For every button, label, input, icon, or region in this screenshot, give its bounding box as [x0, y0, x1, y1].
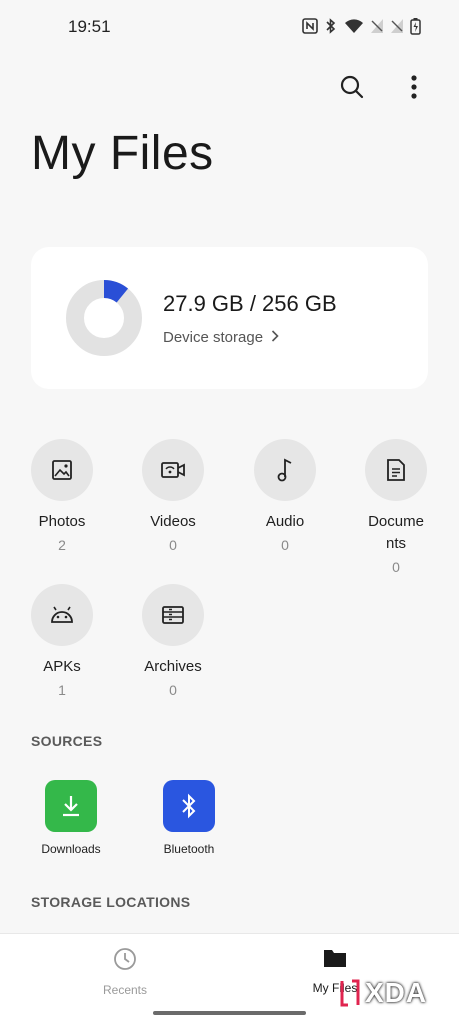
category-count: 0 [281, 537, 289, 553]
category-count: 2 [58, 537, 66, 553]
folder-icon [322, 950, 348, 974]
wifi-icon [344, 18, 364, 34]
source-label: Bluetooth [163, 842, 215, 856]
device-storage-link[interactable]: Device storage [163, 329, 279, 346]
category-label: APKs [43, 658, 81, 675]
header-actions [337, 72, 429, 102]
category-label: Docume nts [346, 511, 446, 555]
category-label: Photos [38, 513, 86, 530]
battery-charging-icon [410, 17, 421, 35]
archive-icon [142, 584, 204, 646]
signal-icon [390, 18, 404, 34]
source-label: Downloads [41, 842, 101, 856]
category-label-line1: Docume [368, 513, 424, 530]
xda-logo-icon [340, 979, 360, 1007]
category-videos[interactable]: Videos 0 [123, 439, 223, 553]
category-photos[interactable]: Photos 2 [12, 439, 112, 553]
status-bar: 19:51 [0, 0, 459, 56]
gesture-bar[interactable] [153, 1011, 306, 1015]
storage-amount: 27.9 GB / 256 GB [163, 291, 337, 316]
status-time: 19:51 [68, 17, 111, 36]
category-count: 0 [169, 682, 177, 698]
device-storage-label: Device storage [163, 329, 264, 346]
category-count: 0 [169, 537, 177, 553]
clock-icon [112, 948, 138, 976]
sources-heading: SOURCES [31, 733, 103, 749]
nav-recents[interactable]: Recents [65, 946, 185, 997]
signal-icon [370, 18, 384, 34]
category-count: 0 [392, 559, 400, 575]
category-apks[interactable]: APKs 1 [12, 584, 112, 698]
source-downloads[interactable]: Downloads [26, 780, 116, 856]
image-icon [31, 439, 93, 501]
source-bluetooth[interactable]: Bluetooth [144, 780, 234, 856]
status-icons [302, 17, 421, 35]
nfc-icon [302, 18, 318, 34]
xda-watermark: XDA [339, 977, 427, 1009]
category-label: Videos [150, 513, 196, 530]
more-options-icon[interactable] [399, 72, 429, 102]
music-note-icon [254, 439, 316, 501]
storage-donut-used [103, 280, 129, 303]
watermark-text: XDA [365, 977, 428, 1008]
bluetooth-icon [163, 780, 215, 832]
nav-label: Recents [102, 983, 148, 997]
category-label: Audio [265, 513, 305, 530]
storage-donut-chart [66, 280, 142, 356]
android-icon [31, 584, 93, 646]
document-icon [365, 439, 427, 501]
download-icon [45, 780, 97, 832]
page-title: My Files [31, 127, 214, 180]
search-icon[interactable] [337, 72, 367, 102]
category-audio[interactable]: Audio 0 [235, 439, 335, 553]
category-label: Archives [144, 658, 202, 675]
category-archives[interactable]: Archives 0 [123, 584, 223, 698]
storage-locations-heading: STORAGE LOCATIONS [31, 894, 191, 910]
bluetooth-icon [324, 18, 338, 34]
chevron-right-icon [271, 329, 279, 346]
video-icon [142, 439, 204, 501]
category-label-line2: nts [385, 535, 406, 552]
storage-card[interactable]: 27.9 GB / 256 GB Device storage [31, 247, 428, 389]
category-documents[interactable]: Docume nts 0 [346, 439, 446, 575]
category-count: 1 [58, 682, 66, 698]
